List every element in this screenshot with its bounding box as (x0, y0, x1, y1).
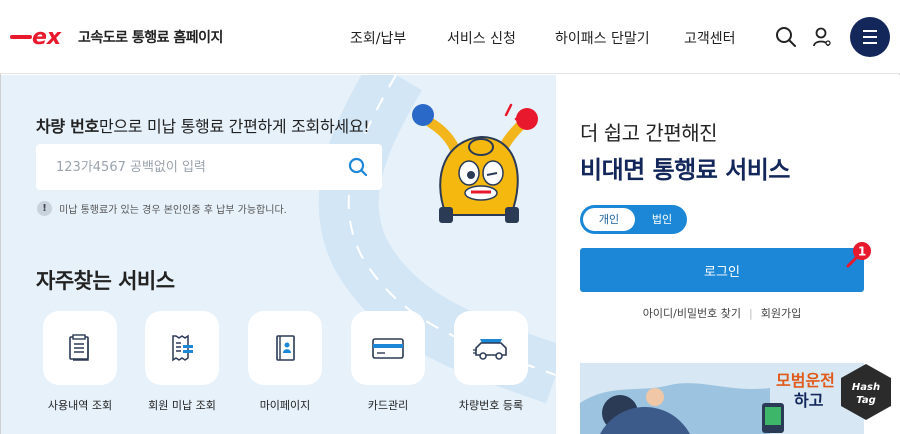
search-notice: ! 미납 통행료가 있는 경우 본인인증 후 납부 가능합니다. (37, 201, 287, 216)
login-subtitle: 더 쉽고 간편해진 (580, 121, 718, 145)
menu-icon (863, 30, 877, 32)
svg-text:Hash: Hash (852, 382, 880, 393)
search-heading-bold: 차량 번호 (36, 117, 99, 136)
hashtag-watermark: Hash Tag (841, 364, 891, 420)
service-member-unpaid[interactable]: 회원 미납 조회 (140, 311, 224, 413)
plate-number-input[interactable] (36, 144, 326, 190)
banner-text-line1: 모범운전 (776, 371, 835, 390)
document-list-icon (69, 334, 89, 361)
svg-text:Tag: Tag (856, 395, 876, 406)
site-title: 고속도로 통행료 홈페이지 (78, 30, 223, 46)
favorites-title: 자주찾는 서비스 (36, 269, 175, 293)
login-title: 비대면 통행료 서비스 (580, 156, 790, 184)
mascot-illustration (412, 103, 538, 223)
service-usage-history[interactable]: 사용내역 조회 (38, 311, 122, 413)
login-button[interactable]: 로그인 (580, 248, 864, 292)
site-logo[interactable]: ex 고속도로 통행료 홈페이지 (10, 22, 223, 52)
svg-text:ex: ex (32, 25, 62, 50)
nav-inquiry-payment[interactable]: 조회/납부 (350, 28, 406, 48)
service-label: 사용내역 조회 (47, 399, 113, 412)
unpaid-search-panel: 차량 번호만으로 미납 통행료 간편하게 조회하세요! ! 미납 통행료가 있는… (1, 75, 556, 434)
account-links: 아이디/비밀번호 찾기 | 회원가입 (580, 305, 864, 321)
service-card-management[interactable]: 카드관리 (346, 311, 430, 413)
site-header: ex 고속도로 통행료 홈페이지 조회/납부 서비스 신청 하이패스 단말기 고… (0, 0, 900, 74)
toggle-corporate[interactable]: 법인 (640, 208, 684, 231)
svg-text:1: 1 (858, 245, 866, 259)
car-icon (473, 339, 507, 360)
search-heading: 차량 번호만으로 미납 통행료 간편하게 조회하세요! (36, 113, 370, 137)
service-label: 차량번호 등록 (458, 399, 524, 412)
signup-link[interactable]: 회원가입 (761, 307, 801, 320)
info-icon: ! (37, 201, 52, 216)
find-id-password-link[interactable]: 아이디/비밀번호 찾기 (643, 307, 741, 320)
card-icon (372, 338, 404, 359)
search-notice-text: 미납 통행료가 있는 경우 본인인증 후 납부 가능합니다. (59, 205, 287, 216)
ex-logo-icon: ex (10, 25, 62, 50)
step-badge: 1 (846, 242, 871, 268)
search-heading-rest: 만으로 미납 통행료 간편하게 조회하세요! (98, 117, 370, 136)
service-label: 회원 미납 조회 (148, 399, 216, 412)
toggle-personal[interactable]: 개인 (583, 208, 635, 231)
profile-book-icon (276, 335, 295, 361)
banner-text: 모범운전 하고 (776, 371, 835, 411)
plate-search-box (36, 144, 382, 190)
user-icon[interactable] (811, 26, 833, 48)
link-divider: | (749, 307, 753, 320)
service-label: 마이페이지 (259, 399, 311, 412)
nav-service-apply[interactable]: 서비스 신청 (447, 28, 516, 48)
receipt-icon (172, 334, 193, 362)
service-mypage[interactable]: 마이페이지 (243, 311, 327, 413)
nav-customer-center[interactable]: 고객센터 (684, 28, 736, 48)
banner-text-line2: 하고 (794, 391, 824, 410)
promo-banner[interactable]: 모범운전 하고 (580, 363, 864, 434)
nav-hipass-device[interactable]: 하이패스 단말기 (555, 28, 650, 48)
menu-button[interactable] (850, 17, 890, 57)
search-submit-icon[interactable] (348, 157, 368, 177)
member-type-toggle: 개인 법인 (580, 205, 687, 234)
service-label: 카드관리 (367, 399, 409, 412)
service-vehicle-register[interactable]: 차량번호 등록 (449, 311, 533, 413)
search-icon[interactable] (775, 26, 797, 48)
